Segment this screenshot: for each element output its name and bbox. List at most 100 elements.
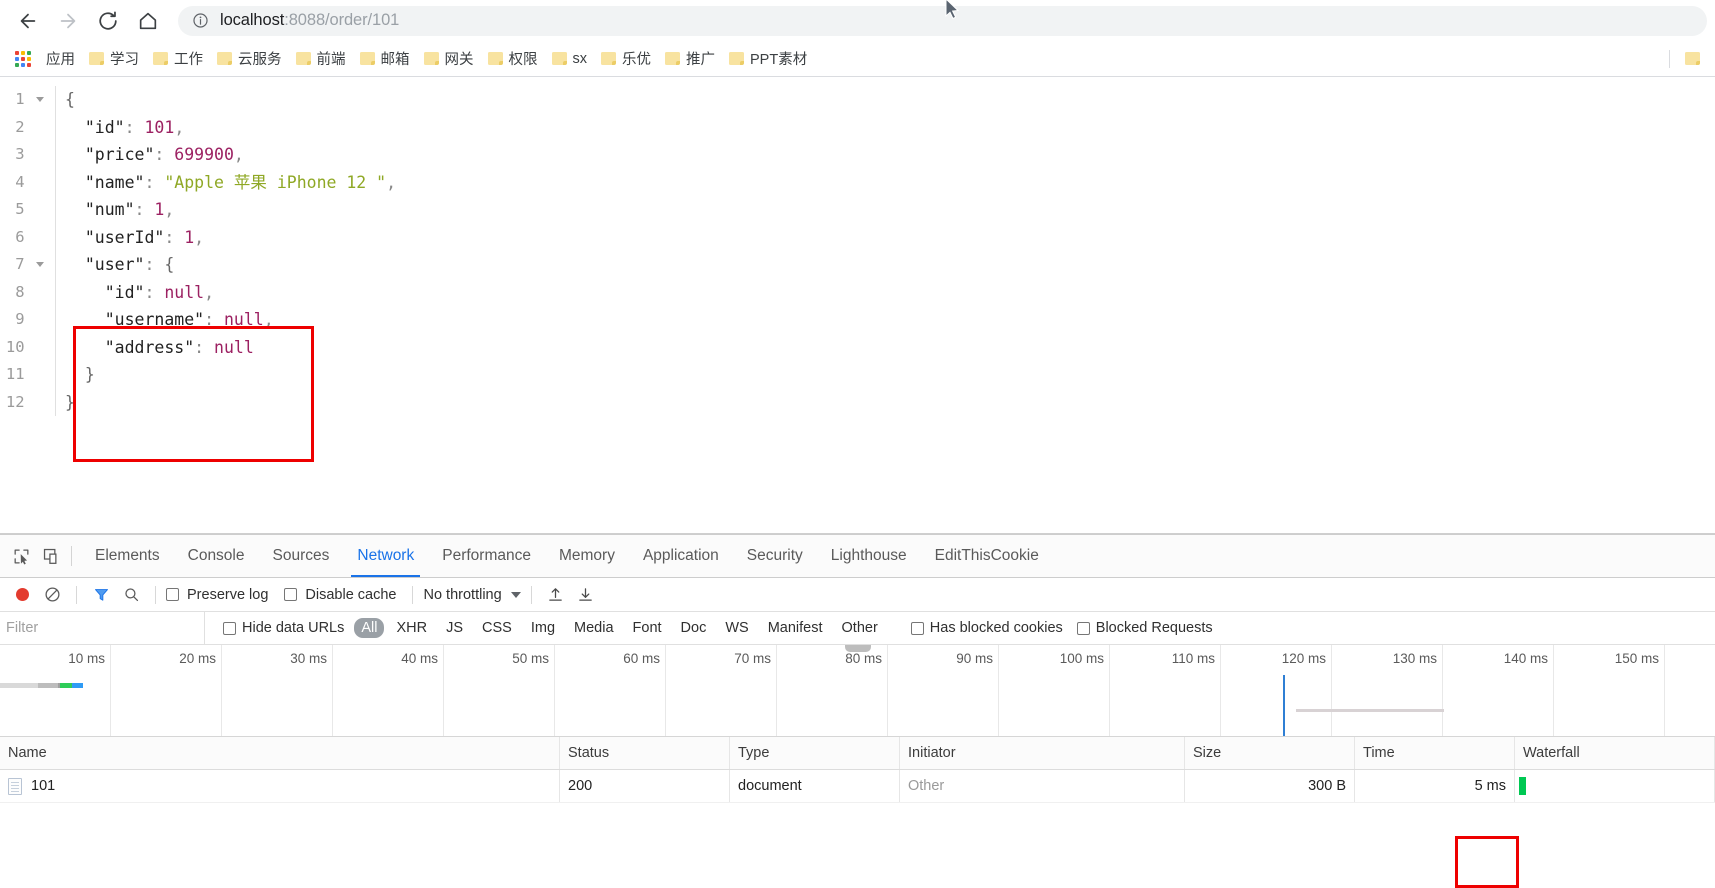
bookmark-item[interactable]: 权限 xyxy=(481,46,545,72)
column-header-size[interactable]: Size xyxy=(1185,737,1355,769)
column-header-name[interactable]: Name xyxy=(0,737,560,769)
record-button[interactable] xyxy=(8,581,36,609)
home-button[interactable] xyxy=(128,3,168,39)
bookmark-item[interactable]: 工作 xyxy=(146,46,210,72)
table-row[interactable]: 101 200 document Other 300 B 5 ms xyxy=(0,770,1715,803)
overview-dom-content-loaded-marker xyxy=(1283,675,1285,736)
bookmark-apps[interactable]: 应用 xyxy=(6,46,82,72)
search-button[interactable] xyxy=(117,581,145,609)
bookmark-item-label: PPT素材 xyxy=(750,52,808,68)
tab-performance[interactable]: Performance xyxy=(428,535,545,577)
bookmark-item-label: 权限 xyxy=(508,52,538,68)
info-circle-icon[interactable] xyxy=(192,12,209,29)
bookmark-item[interactable]: 乐优 xyxy=(594,46,658,72)
disable-cache-checkbox[interactable] xyxy=(284,588,298,601)
bookmark-item[interactable]: 推广 xyxy=(658,46,722,72)
filter-type-manifest[interactable]: Manifest xyxy=(761,618,830,638)
tab-application[interactable]: Application xyxy=(629,535,733,577)
filter-type-media[interactable]: Media xyxy=(567,618,621,638)
bookmark-item[interactable]: 网关 xyxy=(417,46,481,72)
cell-initiator: Other xyxy=(900,770,1185,802)
bookmark-item[interactable]: 前端 xyxy=(289,46,353,72)
filter-type-font[interactable]: Font xyxy=(626,618,669,638)
import-har-button[interactable] xyxy=(542,581,570,609)
bookmarks-overflow-button[interactable] xyxy=(1678,46,1707,72)
network-toolbar: Preserve log Disable cache No throttling xyxy=(0,578,1715,612)
tab-console[interactable]: Console xyxy=(174,535,259,577)
filter-type-xhr[interactable]: XHR xyxy=(389,618,434,638)
column-header-status[interactable]: Status xyxy=(560,737,730,769)
bookmark-item[interactable]: 云服务 xyxy=(210,46,289,72)
filter-type-ws[interactable]: WS xyxy=(718,618,755,638)
tab-memory[interactable]: Memory xyxy=(545,535,629,577)
json-token-k: "id" xyxy=(84,117,125,137)
filter-placeholder: Filter xyxy=(6,620,39,636)
preserve-log-label[interactable]: Preserve log xyxy=(187,587,268,603)
column-header-waterfall[interactable]: Waterfall xyxy=(1515,737,1715,769)
disable-cache-label[interactable]: Disable cache xyxy=(305,587,396,603)
tab-lighthouse[interactable]: Lighthouse xyxy=(817,535,921,577)
json-code[interactable]: { "id": 101, "price": 699900, "name": "A… xyxy=(56,86,1715,416)
filter-toggle-button[interactable] xyxy=(87,581,115,609)
bookmark-item[interactable]: 邮箱 xyxy=(353,46,417,72)
network-overview[interactable]: 10 ms 20 ms 30 ms 40 ms 50 ms 60 ms 70 ms 80 ms… xyxy=(0,645,1715,737)
network-filter-bar: Filter Hide data URLs All XHR JS CSS Img Medi… xyxy=(0,611,1715,645)
tab-sources[interactable]: Sources xyxy=(259,535,344,577)
filter-type-all[interactable]: All xyxy=(354,618,385,638)
preserve-log-checkbox[interactable] xyxy=(166,588,179,601)
line-number: 5 xyxy=(0,196,55,224)
clear-button[interactable] xyxy=(38,581,66,609)
has-blocked-cookies-checkbox[interactable] xyxy=(910,621,924,635)
filter-input[interactable]: Filter xyxy=(0,611,205,645)
filter-type-css[interactable]: CSS xyxy=(475,618,519,638)
forward-button[interactable] xyxy=(48,3,88,39)
tab-elements[interactable]: Elements xyxy=(81,535,174,577)
export-har-button[interactable] xyxy=(572,581,600,609)
address-bar[interactable]: localhost:8088/order/101 xyxy=(178,5,1707,36)
toolbar-separator-3 xyxy=(412,585,414,604)
back-button[interactable] xyxy=(8,3,48,39)
column-header-type[interactable]: Type xyxy=(730,737,900,769)
bookmark-item-label: 邮箱 xyxy=(380,52,410,68)
cell-name[interactable]: 101 xyxy=(0,770,560,802)
folder-icon xyxy=(551,52,567,65)
json-token-nl: null xyxy=(223,310,264,329)
tab-editthiscookie[interactable]: EditThisCookie xyxy=(921,535,1053,577)
column-header-initiator[interactable]: Initiator xyxy=(900,737,1185,769)
hide-data-urls-checkbox[interactable] xyxy=(223,621,236,635)
device-toolbar-button[interactable] xyxy=(36,541,66,571)
filter-type-img[interactable]: Img xyxy=(524,618,562,638)
cell-waterfall xyxy=(1515,770,1715,802)
tab-network[interactable]: Network xyxy=(343,535,428,577)
blocked-requests-checkbox[interactable] xyxy=(1076,621,1090,635)
overview-waterfall-bar xyxy=(0,683,83,688)
throttling-select[interactable]: No throttling xyxy=(423,587,521,603)
bookmark-item[interactable]: sx xyxy=(545,46,595,72)
json-token-p: , xyxy=(204,282,215,302)
filter-type-doc[interactable]: Doc xyxy=(674,618,714,638)
json-line: "userId": 1, xyxy=(65,224,1715,252)
reload-button[interactable] xyxy=(88,3,128,39)
fold-toggle[interactable] xyxy=(25,97,55,103)
fold-toggle[interactable] xyxy=(25,262,55,268)
inspect-element-button[interactable] xyxy=(6,541,36,571)
bookmark-item[interactable]: PPT素材 xyxy=(722,46,814,72)
has-blocked-cookies-label[interactable]: Has blocked cookies xyxy=(930,620,1063,636)
json-token-p xyxy=(154,173,164,192)
filter-type-other[interactable]: Other xyxy=(835,618,885,638)
clear-network-icon xyxy=(44,587,60,602)
bookmark-item[interactable]: 学习 xyxy=(82,46,146,72)
line-number: 2 xyxy=(0,114,55,142)
document-icon xyxy=(8,777,22,795)
tab-security[interactable]: Security xyxy=(733,535,817,577)
column-header-time[interactable]: Time xyxy=(1355,737,1515,769)
hide-data-urls-label[interactable]: Hide data URLs xyxy=(242,620,344,636)
resource-type-filters: All XHR JS CSS Img Media Font Doc WS Manifest Othe… xyxy=(354,618,884,638)
blocked-requests-label[interactable]: Blocked Requests xyxy=(1096,620,1213,636)
toolbar-separator-4 xyxy=(530,585,532,604)
filter-type-js[interactable]: JS xyxy=(439,618,470,638)
overview-load-bar xyxy=(1296,709,1444,712)
json-token-p: , xyxy=(164,200,175,219)
